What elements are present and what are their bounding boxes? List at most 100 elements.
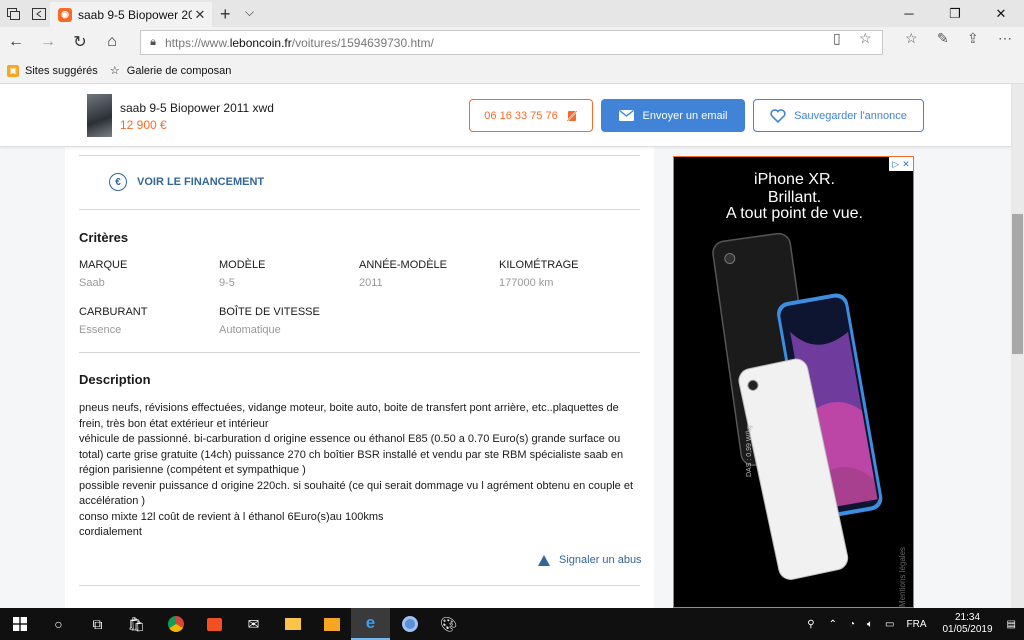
page-content: € VOIR LE FINANCEMENT Critères MARQUE Sa…: [0, 147, 1011, 608]
criterion-value: Essence: [79, 324, 122, 336]
page-scrollbar[interactable]: [1011, 84, 1024, 608]
reading-view-icon[interactable]: ▯: [833, 30, 841, 47]
criterion-value: 9-5: [219, 277, 235, 289]
chromium-icon[interactable]: [390, 608, 429, 640]
scrollbar-thumb[interactable]: [1012, 214, 1023, 354]
favorite-label: Sites suggérés: [25, 64, 98, 77]
url-host: leboncoin.fr: [229, 35, 292, 50]
system-tray: ⚲ ⌃ ◔ 🔈︎ ▭ FRA 21:34 01/05/2019 ▤: [799, 608, 1024, 640]
phone-number: 06 16 33 75 76: [484, 109, 558, 122]
wifi-icon[interactable]: ◔: [849, 619, 855, 630]
chevron-up-icon[interactable]: ⌃: [829, 619, 837, 630]
chevron-down-icon[interactable]: ⌵: [245, 5, 254, 20]
restore-icon[interactable]: ❐: [932, 0, 978, 27]
divider: [79, 209, 640, 210]
address-bar[interactable]: 🔒︎ https://www. leboncoin.fr/voitures/159…: [140, 30, 883, 55]
tab-actions-icon[interactable]: [3, 3, 25, 25]
favorite-star-icon[interactable]: ☆: [859, 30, 872, 47]
url-path: /voitures/1594639730.htm/: [291, 35, 434, 50]
criterion-brand: MARQUE Saab: [79, 259, 127, 289]
gallery-star-icon: ☆: [109, 65, 120, 77]
minimize-icon[interactable]: ─: [886, 0, 932, 27]
close-window-icon[interactable]: ✕: [978, 0, 1024, 27]
chrome-icon[interactable]: [156, 608, 195, 640]
store-icon[interactable]: 🛍︎: [117, 608, 156, 640]
clock[interactable]: 21:34 01/05/2019: [942, 612, 992, 636]
divider: [79, 352, 640, 353]
description-line: conso mixte 12l coût de revient à l étha…: [79, 510, 384, 523]
tab-title: saab 9-5 Biopower 2011: [78, 7, 192, 22]
criterion-value: Automatique: [219, 324, 281, 336]
favorites-hub-icon[interactable]: ☆: [905, 30, 918, 47]
back-icon[interactable]: ←: [4, 31, 28, 53]
criterion-gearbox: BOÎTE DE VITESSE Automatique: [219, 306, 320, 336]
financing-link[interactable]: € VOIR LE FINANCEMENT: [109, 173, 264, 191]
forward-icon[interactable]: →: [36, 31, 60, 53]
volume-icon[interactable]: 🔈︎: [867, 619, 873, 630]
criterion-key: MODÈLE: [219, 259, 266, 271]
criteria-heading: Critères: [79, 230, 129, 245]
windows-taskbar: ○ ⧉ 🛍︎ ✉ e 🎨︎ ⚲ ⌃ ◔ 🔈︎ ▭ FRA 21:34 01/05…: [0, 608, 1024, 640]
advertisement[interactable]: ▷ ✕ iPhone XR. Brillant. A tout point de …: [673, 156, 914, 608]
listing-sticky-header: saab 9-5 Biopower 2011 xwd 12 900 € 06 1…: [0, 84, 1011, 147]
edge-icon[interactable]: e: [351, 608, 390, 640]
criterion-key: MARQUE: [79, 259, 128, 271]
file-explorer-icon[interactable]: [273, 608, 312, 640]
tab-active[interactable]: ◉ saab 9-5 Biopower 2011 ✕: [50, 2, 212, 27]
cortana-icon[interactable]: ○: [39, 608, 78, 640]
paint-icon[interactable]: 🎨︎: [429, 608, 468, 640]
criterion-model: MODÈLE 9-5: [219, 259, 265, 289]
description-line: cordialement: [79, 526, 142, 538]
language-indicator[interactable]: FRA: [906, 619, 926, 630]
media-player-icon[interactable]: [195, 608, 234, 640]
divider: [79, 155, 640, 156]
euro-icon: €: [109, 173, 127, 191]
more-menu-icon[interactable]: ⋯: [998, 30, 1012, 47]
criterion-key: KILOMÉTRAGE: [499, 259, 579, 271]
listing-thumbnail[interactable]: [87, 94, 112, 137]
new-tab-icon[interactable]: +: [220, 4, 231, 25]
heart-icon: [770, 108, 786, 123]
description-line: véhicule de passionné. bi-carburation d …: [79, 433, 624, 476]
report-abuse-label: Signaler un abus: [559, 554, 642, 566]
web-note-icon[interactable]: ✎: [937, 30, 949, 47]
criterion-value: 177000 km: [499, 277, 554, 289]
battery-icon[interactable]: ▭: [885, 619, 894, 630]
share-icon[interactable]: ⇪: [967, 30, 979, 47]
no-call-icon: [566, 109, 578, 122]
leboncoin-favicon: ◉: [58, 7, 72, 22]
windows-start-icon[interactable]: [0, 608, 39, 640]
criterion-key: BOÎTE DE VITESSE: [219, 306, 320, 318]
iphone-image: [712, 232, 883, 580]
set-tabs-aside-icon[interactable]: [28, 3, 50, 25]
save-listing-button[interactable]: Sauvegarder l'annonce: [753, 99, 924, 132]
description-line: pneus neufs, révisions effectuées, vidan…: [79, 402, 619, 430]
close-tab-icon[interactable]: ✕: [192, 7, 208, 23]
criterion-fuel: CARBURANT Essence: [79, 306, 147, 336]
mail-icon[interactable]: ✉: [234, 608, 273, 640]
refresh-icon[interactable]: ↻: [68, 31, 92, 53]
send-email-button[interactable]: Envoyer un email: [601, 99, 745, 132]
warning-icon: [538, 554, 550, 566]
favorite-gallery[interactable]: ☆ Galerie de composan: [109, 65, 232, 78]
criterion-value: Saab: [79, 277, 105, 289]
outlook-icon[interactable]: [312, 608, 351, 640]
suggested-sites-icon: ▣: [7, 64, 19, 77]
lock-icon: 🔒︎: [150, 36, 156, 48]
people-icon[interactable]: ⚲: [807, 619, 814, 630]
notification-center-icon[interactable]: ▤: [1007, 619, 1016, 630]
save-listing-label: Sauvegarder l'annonce: [794, 109, 907, 122]
report-abuse-link[interactable]: Signaler un abus: [538, 554, 642, 566]
listing-card: € VOIR LE FINANCEMENT Critères MARQUE Sa…: [65, 147, 654, 608]
criterion-value: 2011: [359, 277, 383, 289]
task-view-icon[interactable]: ⧉: [78, 608, 117, 640]
listing-title: saab 9-5 Biopower 2011 xwd: [120, 101, 274, 115]
description-heading: Description: [79, 372, 151, 387]
ad-legal-text: Mentions légales: [898, 546, 907, 607]
criterion-year: ANNÉE-MODÈLE 2011: [359, 259, 447, 289]
criterion-key: ANNÉE-MODÈLE: [359, 259, 448, 271]
url-prefix: https://www.: [165, 35, 230, 50]
favorite-suggested-sites[interactable]: ▣ Sites suggérés: [7, 64, 98, 77]
home-icon[interactable]: ⌂: [100, 31, 124, 53]
phone-button[interactable]: 06 16 33 75 76: [469, 99, 593, 132]
